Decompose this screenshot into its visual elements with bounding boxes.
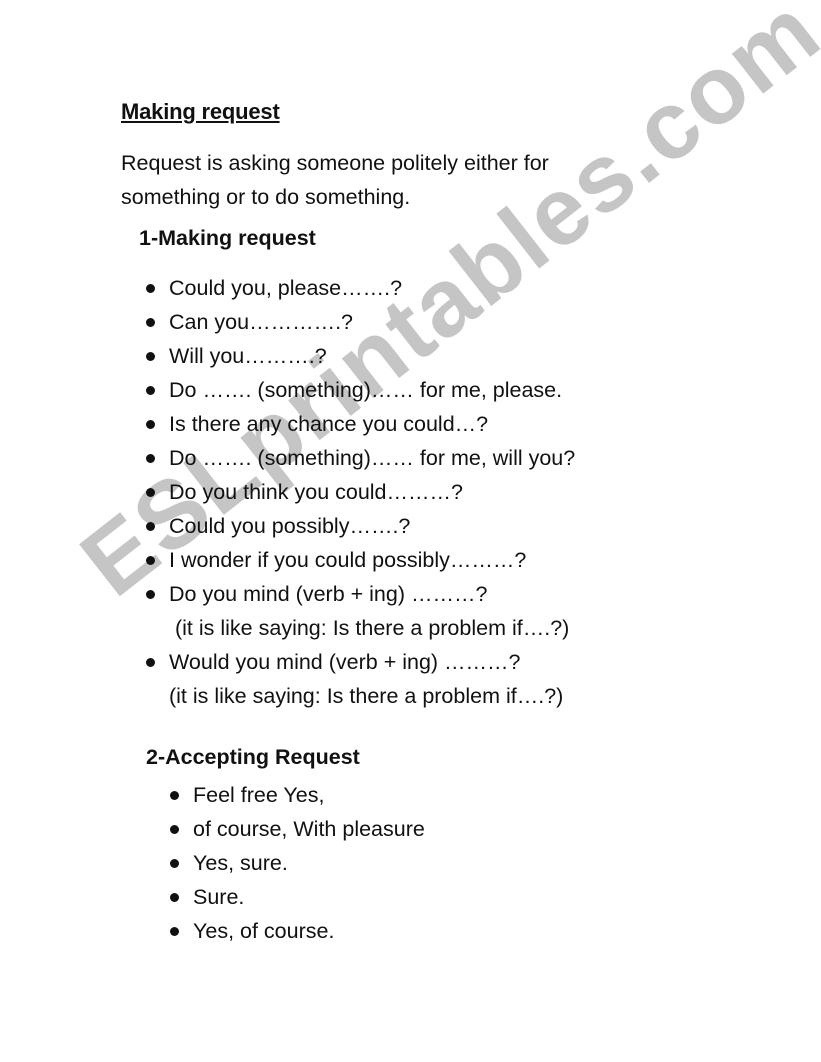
worksheet-page: ESLprintables.com Making request Request…: [0, 0, 821, 1062]
list-item-text: Yes, of course.: [193, 919, 335, 943]
bullet-icon: [146, 420, 155, 429]
list-item: Do you mind (verb + ing) ………? (it is like…: [146, 577, 575, 645]
list-item: Would you mind (verb + ing) ………? (it is l…: [146, 645, 575, 713]
bullet-icon: [146, 284, 155, 293]
document-title: Making request: [121, 99, 280, 124]
list-item-text: Feel free Yes,: [193, 783, 325, 807]
list-item-text: Could you possibly…….?: [169, 514, 411, 538]
bullet-icon: [146, 454, 155, 463]
list-item: I wonder if you could possibly………?: [146, 543, 575, 577]
list-item: Do ……. (something)…… for me, will you?: [146, 441, 576, 475]
list-item: of course, With pleasure: [170, 812, 425, 846]
bullet-icon: [170, 791, 179, 800]
list-item-text: Yes, sure.: [193, 851, 288, 875]
list-item-note: (it is like saying: Is there a problem i…: [175, 616, 570, 640]
bullet-icon: [170, 927, 179, 936]
bullet-icon: [146, 488, 155, 497]
list-item: Sure.: [170, 880, 425, 914]
bullet-icon: [146, 590, 155, 599]
list-item-text: Do ……. (something)…… for me, please.: [169, 378, 563, 402]
bullet-icon: [146, 556, 155, 565]
list-item: Do ……. (something)…… for me, please.: [146, 373, 575, 407]
making-request-list: Could you, please…….? Can you………….? Will…: [146, 271, 576, 713]
section-heading-accepting-request: 2-Accepting Request: [146, 745, 360, 769]
bullet-icon: [146, 522, 155, 531]
list-item-text: Can you………….?: [169, 310, 354, 334]
list-item-text: Could you, please…….?: [169, 276, 403, 300]
list-item-text: Do you think you could………?: [169, 480, 463, 504]
intro-paragraph: Request is asking someone politely eithe…: [121, 151, 549, 209]
list-item: Will you……….?: [146, 339, 575, 373]
list-item: Can you………….?: [146, 305, 575, 339]
bullet-icon: [146, 658, 155, 667]
bullet-icon: [146, 386, 155, 395]
list-item: Yes, sure.: [170, 846, 425, 880]
list-item-text: Sure.: [193, 885, 245, 909]
list-item-text: Is there any chance you could…?: [169, 412, 489, 436]
list-item-text: Would you mind (verb + ing) ………?: [169, 650, 521, 674]
list-item: Is there any chance you could…?: [146, 407, 575, 441]
list-item-text: I wonder if you could possibly………?: [169, 548, 527, 572]
section-heading-making-request: 1-Making request: [139, 226, 316, 250]
bullet-icon: [146, 318, 155, 327]
list-item-note: (it is like saying: Is there a problem i…: [169, 684, 564, 708]
bullet-icon: [170, 859, 179, 868]
accepting-request-list: Feel free Yes, of course, With pleasure …: [170, 778, 425, 948]
list-item: Could you possibly…….?: [146, 509, 575, 543]
bullet-icon: [170, 825, 179, 834]
list-item: Could you, please…….?: [146, 271, 575, 305]
list-item-text: Do you mind (verb + ing) ………?: [169, 582, 488, 606]
bullet-icon: [170, 893, 179, 902]
list-item-text: Will you……….?: [169, 344, 327, 368]
bullet-icon: [146, 352, 155, 361]
list-item: Yes, of course.: [170, 914, 425, 948]
list-item: Do you think you could………?: [146, 475, 575, 509]
list-item-text: Do ……. (something)…… for me, will you?: [169, 446, 576, 470]
list-item: Feel free Yes,: [170, 778, 425, 812]
list-item-text: of course, With pleasure: [193, 817, 425, 841]
